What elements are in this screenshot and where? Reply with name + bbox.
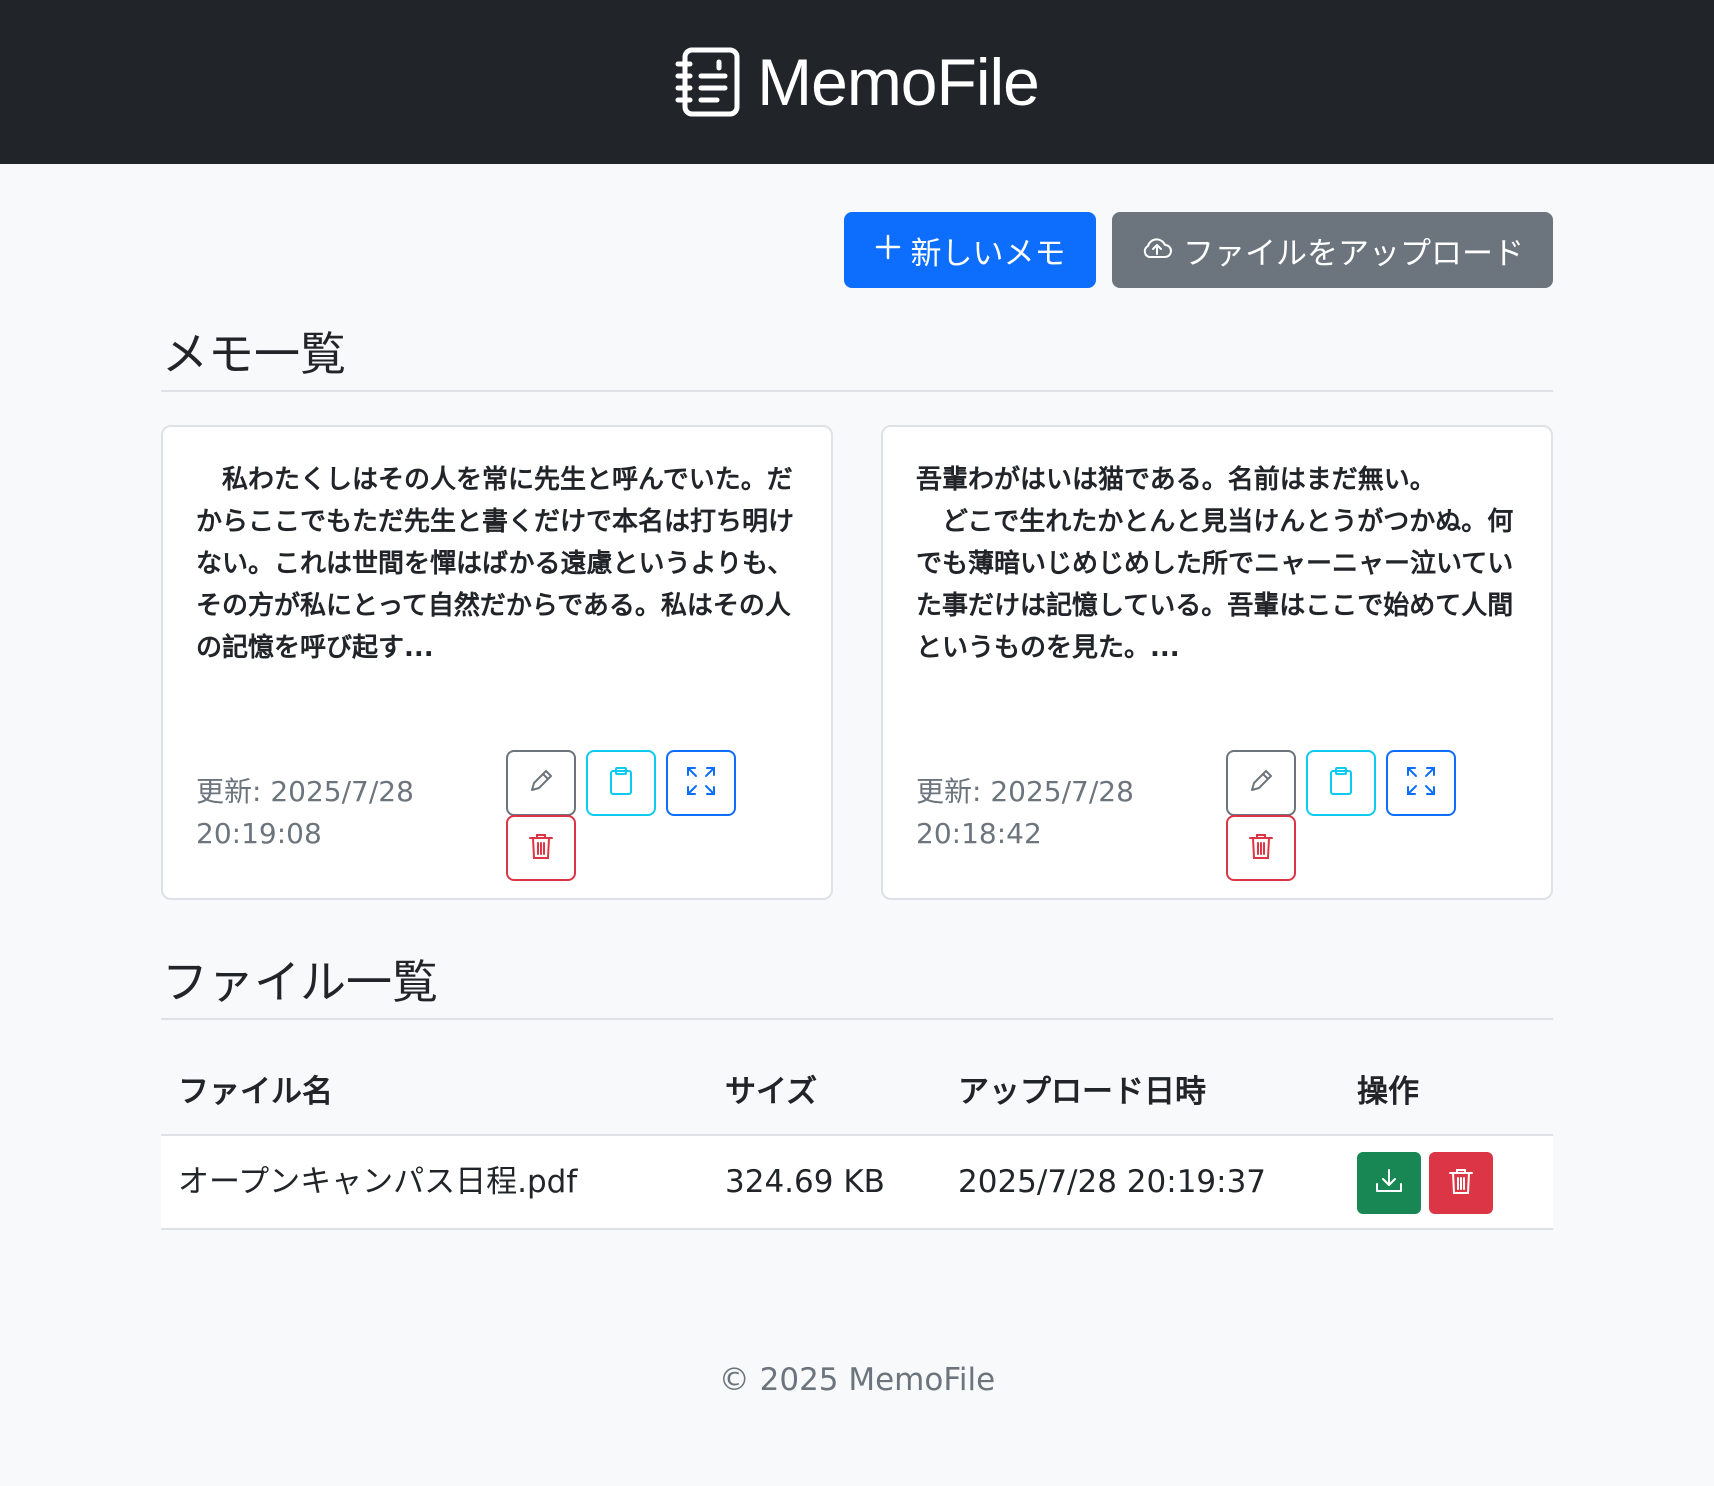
delete-memo-button[interactable]: [506, 815, 576, 881]
cloud-upload-icon: [1141, 232, 1173, 268]
memo-list-title: メモ一覧: [162, 327, 346, 381]
plus-icon: [875, 232, 901, 268]
memo-updated-time: 更新: 2025/7/28 20:18:42: [916, 775, 1134, 850]
brand-name: MemoFile: [757, 45, 1040, 119]
brand-link[interactable]: MemoFile: [675, 44, 1040, 120]
edit-memo-button[interactable]: [1226, 750, 1296, 816]
trash-icon: [528, 832, 554, 864]
column-header-actions: 操作: [1357, 1074, 1419, 1110]
upload-file-button[interactable]: ファイルをアップロード: [1112, 212, 1553, 288]
memo-preview-text: 吾輩わがはいは猫である。名前はまだ無い。 どこで生れたかとんと見当けんとうがつか…: [916, 465, 1514, 663]
copy-memo-button[interactable]: [1306, 750, 1376, 816]
fullscreen-icon: [685, 765, 717, 801]
file-list-divider: [161, 1018, 1553, 1020]
column-header-size: サイズ: [725, 1074, 818, 1110]
memo-preview-text: 私わたくしはその人を常に先生と呼んでいた。だからここでもただ先生と書くだけで本名…: [196, 465, 795, 663]
trash-icon: [1248, 832, 1274, 864]
expand-memo-button[interactable]: [1386, 750, 1456, 816]
edit-memo-button[interactable]: [506, 750, 576, 816]
file-uploaded-time: 2025/7/28 20:19:37: [958, 1164, 1267, 1200]
new-memo-button[interactable]: 新しいメモ: [844, 212, 1096, 288]
fullscreen-icon: [1405, 765, 1437, 801]
pencil-icon: [527, 767, 555, 799]
table-row: オープンキャンパス日程.pdf 324.69 KB 2025/7/28 20:1…: [161, 1134, 1553, 1230]
file-list-title: ファイル一覧: [162, 955, 438, 1009]
delete-memo-button[interactable]: [1226, 815, 1296, 881]
download-icon: [1374, 1167, 1404, 1199]
file-name: オープンキャンパス日程.pdf: [178, 1164, 578, 1200]
new-memo-label: 新しいメモ: [910, 235, 1066, 272]
column-header-uploaded: アップロード日時: [958, 1074, 1206, 1110]
clipboard-icon: [608, 766, 634, 800]
memo-card: 吾輩わがはいは猫である。名前はまだ無い。 どこで生れたかとんと見当けんとうがつか…: [881, 425, 1553, 900]
footer-copyright: © 2025 MemoFile: [718, 1362, 996, 1398]
memo-card: 私わたくしはその人を常に先生と呼んでいた。だからここでもただ先生と書くだけで本名…: [161, 425, 833, 900]
delete-file-button[interactable]: [1429, 1152, 1493, 1214]
file-size: 324.69 KB: [725, 1164, 885, 1200]
clipboard-icon: [1328, 766, 1354, 800]
trash-icon: [1448, 1167, 1474, 1199]
column-header-filename: ファイル名: [178, 1074, 333, 1110]
memo-list-divider: [161, 390, 1553, 392]
navbar: MemoFile: [0, 0, 1714, 164]
copy-memo-button[interactable]: [586, 750, 656, 816]
memo-updated-time: 更新: 2025/7/28 20:19:08: [196, 775, 414, 850]
expand-memo-button[interactable]: [666, 750, 736, 816]
journal-text-icon: [675, 46, 741, 118]
pencil-icon: [1247, 767, 1275, 799]
download-file-button[interactable]: [1357, 1152, 1421, 1214]
upload-file-label: ファイルをアップロード: [1183, 235, 1524, 272]
